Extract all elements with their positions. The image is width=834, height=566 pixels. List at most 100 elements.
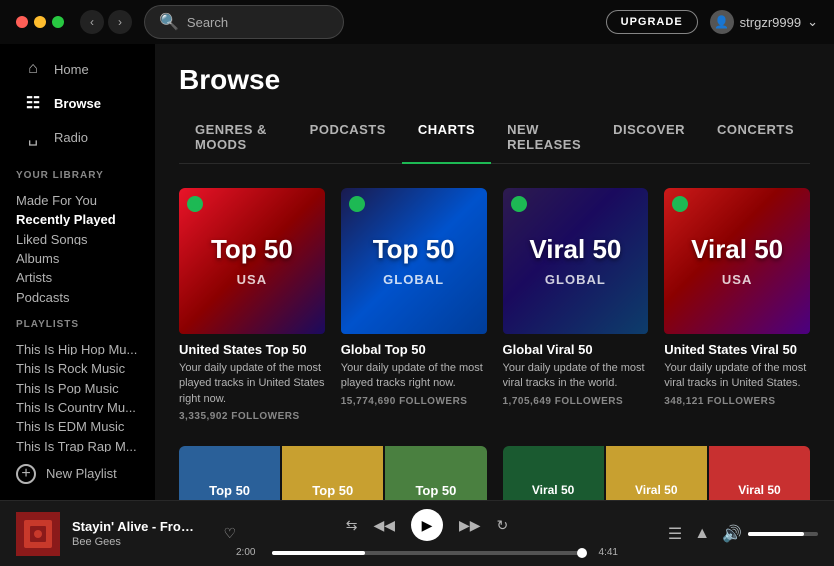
sub-card-australia: Top 50 AUSTRALIA — [385, 446, 486, 500]
sidebar-item-home[interactable]: ⌂ Home — [8, 52, 147, 86]
card-info: Global Viral 50 Your daily update of the… — [503, 334, 649, 407]
volume-control: 🔊 — [722, 524, 818, 544]
tab-podcasts[interactable]: PODCASTS — [294, 112, 402, 164]
sub-card-big: Top 50 — [312, 483, 353, 498]
sidebar-item-albums[interactable]: Albums — [0, 245, 155, 264]
new-playlist-button[interactable]: + New Playlist — [0, 456, 155, 492]
cards-section: Top 50 USA United States Top 50 Your dai… — [155, 164, 834, 500]
sidebar-nav-label: Browse — [54, 96, 101, 111]
sub-card-label: ARGENTINA — [733, 499, 785, 500]
sub-card-label: GLOBAL — [535, 499, 572, 500]
player-track: Stayin' Alive - From "Satur... Bee Gees … — [16, 512, 236, 556]
player-buttons: ⇆ ◀◀ ▶ ▶▶ ↻ — [346, 509, 509, 541]
sidebar-item-made-for-you[interactable]: Made For You — [0, 187, 155, 206]
progress-bar[interactable] — [272, 551, 582, 555]
player-controls: ⇆ ◀◀ ▶ ▶▶ ↻ 2:00 4:41 — [236, 509, 618, 558]
card-desc: Your daily update of the most viral trac… — [503, 361, 649, 392]
back-button[interactable]: ‹ — [80, 10, 104, 34]
player-progress: 2:00 4:41 — [236, 547, 618, 558]
shuffle-button[interactable]: ⇆ — [346, 517, 358, 534]
country-charts-row: Top 50 GLOBAL Top 50 ARGENTINA Top 50 AU… — [179, 446, 810, 500]
country-chart-inner: Viral 50 GLOBAL Viral 50 ANDORRA Viral 5… — [503, 446, 811, 500]
card-viral50-country[interactable]: Viral 50 GLOBAL Viral 50 ANDORRA Viral 5… — [503, 446, 811, 500]
sidebar-item-liked-songs[interactable]: Liked Songs — [0, 226, 155, 245]
sub-card-big: Viral 50 — [635, 483, 677, 497]
volume-track[interactable] — [748, 532, 818, 536]
card-title: United States Viral 50 — [664, 342, 810, 357]
card-desc: Your daily update of the most viral trac… — [664, 361, 810, 392]
tab-charts[interactable]: CHARTS — [402, 112, 491, 164]
library-section-label: YOUR LIBRARY — [0, 154, 155, 187]
tab-concerts[interactable]: CONCERTS — [701, 112, 810, 164]
minimize-button[interactable] — [34, 16, 46, 28]
card-us-viral50[interactable]: Viral 50 USA United States Viral 50 Your… — [664, 188, 810, 422]
play-pause-button[interactable]: ▶ — [411, 509, 443, 541]
volume-icon[interactable]: 🔊 — [722, 524, 742, 544]
tab-discover[interactable]: DISCOVER — [597, 112, 701, 164]
track-info: Stayin' Alive - From "Satur... Bee Gees — [72, 519, 203, 548]
sub-card-andorra: Viral 50 ANDORRA — [606, 446, 707, 500]
card-desc: Your daily update of the most played tra… — [341, 361, 487, 392]
close-button[interactable] — [16, 16, 28, 28]
card-followers: 348,121 FOLLOWERS — [664, 396, 810, 407]
prev-button[interactable]: ◀◀ — [373, 517, 395, 534]
content-area: Browse GENRES & MOODS PODCASTS CHARTS NE… — [155, 44, 834, 500]
sidebar-item-artists[interactable]: Artists — [0, 264, 155, 283]
sub-card-global: Top 50 GLOBAL — [179, 446, 280, 500]
main-cards-grid: Top 50 USA United States Top 50 Your dai… — [179, 188, 810, 422]
card-image-us-top50: Top 50 USA — [179, 188, 325, 334]
card-global-viral50[interactable]: Viral 50 GLOBAL Global Viral 50 Your dai… — [503, 188, 649, 422]
card-followers: 3,335,902 FOLLOWERS — [179, 411, 325, 422]
tab-genres[interactable]: GENRES & MOODS — [179, 112, 294, 164]
playlists-section-label: PLAYLISTS — [0, 303, 155, 336]
queue-icon[interactable]: ☰ — [668, 524, 682, 544]
card-big-text: Top 50 — [373, 235, 455, 264]
sidebar-item-playlist-trap[interactable]: This Is Trap Rap M... — [0, 433, 155, 452]
heart-icon[interactable]: ♡ — [223, 525, 236, 542]
search-input[interactable] — [187, 15, 329, 30]
sidebar-item-browse[interactable]: ☷ Browse — [8, 86, 147, 120]
card-big-text: Viral 50 — [529, 235, 621, 264]
progress-fill — [272, 551, 365, 555]
tabs: GENRES & MOODS PODCASTS CHARTS NEW RELEA… — [179, 112, 810, 164]
user-info[interactable]: 👤 strgzr9999 ⌄ — [710, 10, 818, 34]
tab-new-releases[interactable]: NEW RELEASES — [491, 112, 597, 164]
sidebar-item-playlist-country[interactable]: This Is Country Mu... — [0, 394, 155, 413]
sidebar-item-playlist-pop[interactable]: This Is Pop Music — [0, 375, 155, 394]
plus-icon: + — [16, 464, 36, 484]
card-big-text: Top 50 — [211, 235, 293, 264]
sidebar-item-playlist-edm[interactable]: This Is EDM Music — [0, 413, 155, 432]
player-right: ☰ ▲ 🔊 — [618, 524, 818, 544]
card-title: Global Top 50 — [341, 342, 487, 357]
sidebar-item-radio[interactable]: ␣ Radio — [8, 120, 147, 154]
maximize-button[interactable] — [52, 16, 64, 28]
progress-dot — [577, 548, 587, 558]
sidebar-item-playlist-rock[interactable]: This Is Rock Music — [0, 355, 155, 374]
sidebar-item-podcasts[interactable]: Podcasts — [0, 284, 155, 303]
upgrade-button[interactable]: UPGRADE — [606, 10, 698, 34]
sub-card-big: Viral 50 — [738, 483, 780, 497]
card-top50-country[interactable]: Top 50 GLOBAL Top 50 ARGENTINA Top 50 AU… — [179, 446, 487, 500]
spotify-logo — [187, 196, 203, 212]
time-current: 2:00 — [236, 547, 264, 558]
sidebar-item-recently-played[interactable]: Recently Played — [0, 206, 155, 225]
title-bar: ‹ › 🔍 UPGRADE 👤 strgzr9999 ⌄ — [0, 0, 834, 44]
sidebar-nav-label: Radio — [54, 130, 88, 145]
sidebar-item-playlist-hiphop[interactable]: This Is Hip Hop Mu... — [0, 336, 155, 355]
spotify-logo — [672, 196, 688, 212]
card-followers: 15,774,690 FOLLOWERS — [341, 396, 487, 407]
volume-fill — [748, 532, 804, 536]
next-button[interactable]: ▶▶ — [459, 517, 481, 534]
forward-button[interactable]: › — [108, 10, 132, 34]
chevron-down-icon: ⌄ — [807, 14, 818, 30]
home-icon: ⌂ — [24, 60, 42, 78]
search-icon: 🔍 — [159, 12, 179, 32]
title-bar-right: UPGRADE 👤 strgzr9999 ⌄ — [606, 10, 818, 34]
search-bar[interactable]: 🔍 — [144, 5, 344, 39]
card-us-top50[interactable]: Top 50 USA United States Top 50 Your dai… — [179, 188, 325, 422]
nav-arrows: ‹ › — [80, 10, 132, 34]
devices-icon[interactable]: ▲ — [694, 525, 710, 543]
new-playlist-label: New Playlist — [46, 466, 117, 481]
card-global-top50[interactable]: Top 50 GLOBAL Global Top 50 Your daily u… — [341, 188, 487, 422]
repeat-button[interactable]: ↻ — [497, 517, 509, 534]
